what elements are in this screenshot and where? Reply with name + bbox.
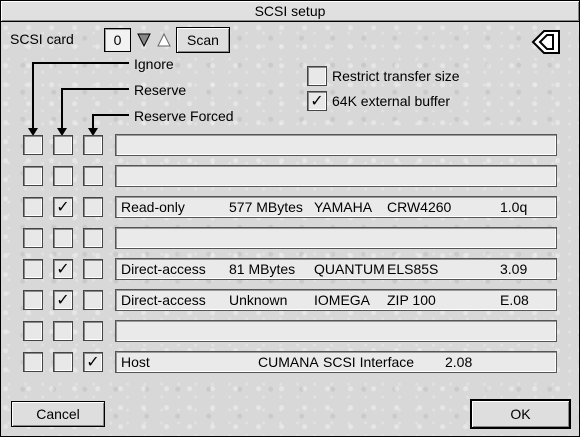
device-product: CRW4260 [387,199,452,215]
device-reserve-checkbox[interactable]: ✓ [53,259,73,279]
ignore-column-label: Ignore [134,56,174,72]
device-rev: E.08 [500,292,529,308]
device-ignore-checkbox[interactable] [23,259,43,279]
device-ignore-checkbox[interactable] [23,166,43,186]
device-info-field [115,227,557,249]
device-product: SCSI Interface [323,354,415,370]
device-info-field: Direct-access Unknown IOMEGA ZIP 100 E.08 [115,289,557,311]
device-size: Unknown [229,292,288,308]
device-info-field: Read-only 577 MBytes YAMAHA CRW4260 1.0q [115,196,557,218]
tick-icon: ✓ [86,354,100,371]
increment-arrow-icon[interactable] [157,32,171,47]
device-ignore-checkbox[interactable] [23,290,43,310]
dialog-body: SCSI card 0 Scan Ignore Reserve Reserve … [1,22,579,436]
device-type: Host [121,354,150,370]
device-reserve-checkbox[interactable]: ✓ [53,290,73,310]
device-ignore-checkbox[interactable] [23,352,43,372]
decrement-arrow-icon[interactable] [137,33,151,48]
device-type: Direct-access [121,261,206,277]
window-title[interactable]: SCSI setup [1,1,579,22]
device-reserve-checkbox[interactable]: ✓ [53,197,73,217]
scan-button[interactable]: Scan [176,27,230,53]
device-info-field [115,320,557,342]
device-type: Read-only [121,199,185,215]
device-vendor: YAMAHA [314,199,373,215]
device-ignore-checkbox[interactable] [23,228,43,248]
column-pointer-arrows [28,62,129,136]
tick-icon: ✓ [56,199,70,216]
scsi-setup-window: SCSI setup SCSI card 0 Scan Ignore Reser… [0,0,580,437]
back-icon[interactable] [531,29,561,55]
device-reserve-checkbox[interactable] [53,166,73,186]
device-vendor: IOMEGA [314,292,371,308]
device-info-field [115,134,557,156]
scsi-card-number-field[interactable]: 0 [104,28,131,52]
restrict-transfer-size-label: Restrict transfer size [332,68,460,84]
reserve-column-label: Reserve [134,82,187,98]
device-ignore-checkbox[interactable] [23,197,43,217]
device-reserve-forced-checkbox[interactable]: ✓ [83,352,103,372]
device-info-field: Host CUMANA SCSI Interface 2.08 [115,351,557,373]
device-vendor: CUMANA [258,354,319,370]
device-size: 577 MBytes [229,199,303,215]
restrict-transfer-size-checkbox[interactable] [307,66,327,86]
device-reserve-checkbox[interactable] [53,321,73,341]
device-product: ZIP 100 [387,292,436,308]
external-buffer-label: 64K external buffer [332,93,451,109]
device-reserve-forced-checkbox[interactable] [83,166,103,186]
device-reserve-checkbox[interactable] [53,135,73,155]
device-reserve-forced-checkbox[interactable] [83,290,103,310]
external-buffer-tick: ✓ [310,93,324,110]
tick-icon: ✓ [56,292,70,309]
device-ignore-checkbox[interactable] [23,135,43,155]
device-reserve-forced-checkbox[interactable] [83,228,103,248]
device-reserve-forced-checkbox[interactable] [83,197,103,217]
card-number-adjuster [137,32,171,48]
device-rev: 3.09 [500,261,528,277]
tick-icon: ✓ [56,261,70,278]
device-rev: 1.0q [500,199,528,215]
device-reserve-checkbox[interactable] [53,228,73,248]
cancel-button[interactable]: Cancel [11,401,105,427]
device-reserve-forced-checkbox[interactable] [83,259,103,279]
device-info-field [115,165,557,187]
device-product: ELS85S [387,261,439,277]
device-reserve-checkbox[interactable] [53,352,73,372]
external-buffer-checkbox[interactable]: ✓ [307,91,327,111]
device-info-field: Direct-access 81 MBytes QUANTUM ELS85S 3.09 [115,258,557,280]
ok-button[interactable]: OK [470,399,571,429]
device-vendor: QUANTUM [314,261,385,277]
device-rev: 2.08 [445,354,473,370]
scsi-card-label: SCSI card [10,31,74,47]
device-ignore-checkbox[interactable] [23,321,43,341]
device-size: 81 MBytes [229,261,296,277]
device-reserve-forced-checkbox[interactable] [83,321,103,341]
device-type: Direct-access [121,292,206,308]
device-reserve-forced-checkbox[interactable] [83,135,103,155]
reserve-forced-column-label: Reserve Forced [134,108,234,124]
